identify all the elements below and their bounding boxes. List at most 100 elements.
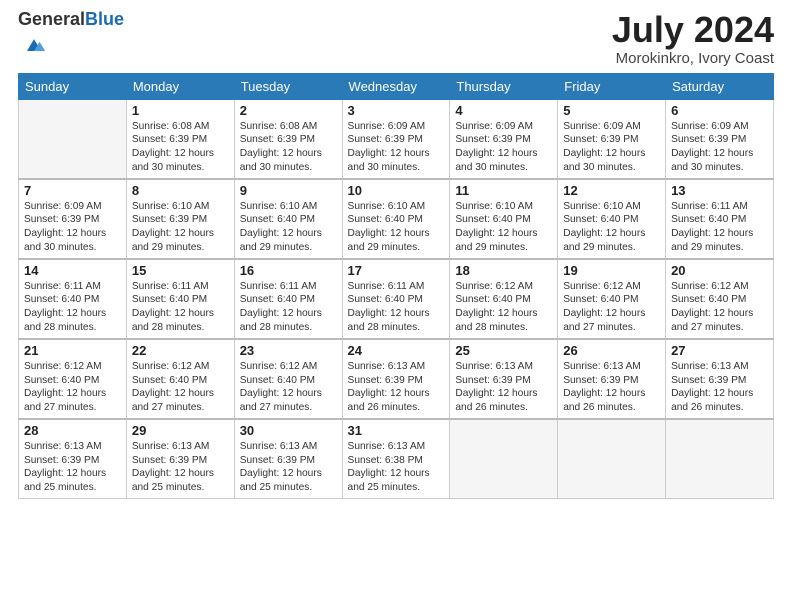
day-info: Sunrise: 6:09 AMSunset: 6:39 PMDaylight:… [24, 200, 121, 255]
day-number: 1 [132, 103, 229, 118]
calendar-cell-w1d3: 2 Sunrise: 6:08 AMSunset: 6:39 PMDaylight… [234, 99, 342, 179]
week-row-5: 28 Sunrise: 6:13 AMSunset: 6:39 PMDayligh… [19, 419, 774, 499]
calendar-cell-w4d6: 26 Sunrise: 6:13 AMSunset: 6:39 PMDayligh… [558, 339, 666, 419]
calendar-cell-w4d4: 24Sunrise: 6:13 AMSunset: 6:39 PMDayligh… [342, 339, 450, 419]
week-row-1: 1 Sunrise: 6:08 AMSunset: 6:39 PMDaylight… [19, 99, 774, 179]
day-number: 15 [132, 263, 229, 278]
day-info: Sunrise: 6:09 AMSunset: 6:39 PMDaylight:… [671, 120, 768, 175]
week-row-2: 7 Sunrise: 6:09 AMSunset: 6:39 PMDaylight… [19, 179, 774, 259]
month-year-title: July 2024 [612, 10, 774, 50]
calendar-cell-w5d5 [450, 419, 558, 499]
day-info: Sunrise: 6:13 AMSunset: 6:39 PMDaylight:… [563, 360, 660, 415]
day-info: Sunrise: 6:12 AMSunset: 6:40 PMDaylight:… [240, 360, 337, 415]
day-number: 10 [348, 183, 445, 198]
day-number: 25 [455, 343, 552, 358]
calendar-cell-w2d3: 9 Sunrise: 6:10 AMSunset: 6:40 PMDaylight… [234, 179, 342, 259]
col-sunday: Sunday [19, 73, 127, 99]
day-number: 2 [240, 103, 337, 118]
calendar-cell-w4d3: 23 Sunrise: 6:12 AMSunset: 6:40 PMDayligh… [234, 339, 342, 419]
calendar-cell-w4d1: 21 Sunrise: 6:12 AMSunset: 6:40 PMDayligh… [19, 339, 127, 419]
day-number: 16 [240, 263, 337, 278]
col-saturday: Saturday [666, 73, 774, 99]
day-number: 18 [455, 263, 552, 278]
calendar-cell-w3d6: 19 Sunrise: 6:12 AMSunset: 6:40 PMDayligh… [558, 259, 666, 339]
day-info: Sunrise: 6:13 AMSunset: 6:39 PMDaylight:… [671, 360, 768, 415]
day-info: Sunrise: 6:13 AMSunset: 6:39 PMDaylight:… [132, 440, 229, 495]
day-info: Sunrise: 6:12 AMSunset: 6:40 PMDaylight:… [563, 280, 660, 335]
day-number: 30 [240, 423, 337, 438]
day-number: 4 [455, 103, 552, 118]
logo-blue: Blue [85, 9, 124, 29]
day-number: 9 [240, 183, 337, 198]
logo-icon [20, 30, 48, 58]
day-info: Sunrise: 6:13 AMSunset: 6:39 PMDaylight:… [240, 440, 337, 495]
day-info: Sunrise: 6:10 AMSunset: 6:40 PMDaylight:… [563, 200, 660, 255]
day-number: 6 [671, 103, 768, 118]
day-number: 14 [24, 263, 121, 278]
day-info: Sunrise: 6:11 AMSunset: 6:40 PMDaylight:… [671, 200, 768, 255]
day-info: Sunrise: 6:10 AMSunset: 6:40 PMDaylight:… [455, 200, 552, 255]
calendar-cell-w2d5: 11 Sunrise: 6:10 AMSunset: 6:40 PMDayligh… [450, 179, 558, 259]
calendar-cell-w2d7: 13 Sunrise: 6:11 AMSunset: 6:40 PMDayligh… [666, 179, 774, 259]
day-info: Sunrise: 6:13 AMSunset: 6:39 PMDaylight:… [24, 440, 121, 495]
calendar-cell-w3d2: 15Sunrise: 6:11 AMSunset: 6:40 PMDayligh… [126, 259, 234, 339]
page: GeneralBlue July 2024 Morokinkro, Ivory … [0, 0, 792, 612]
calendar-cell-w2d2: 8 Sunrise: 6:10 AMSunset: 6:39 PMDaylight… [126, 179, 234, 259]
week-row-3: 14 Sunrise: 6:11 AMSunset: 6:40 PMDayligh… [19, 259, 774, 339]
col-monday: Monday [126, 73, 234, 99]
day-info: Sunrise: 6:13 AMSunset: 6:38 PMDaylight:… [348, 440, 445, 495]
day-number: 26 [563, 343, 660, 358]
day-info: Sunrise: 6:11 AMSunset: 6:40 PMDaylight:… [24, 280, 121, 335]
calendar-cell-w5d6 [558, 419, 666, 499]
calendar-cell-w4d5: 25 Sunrise: 6:13 AMSunset: 6:39 PMDayligh… [450, 339, 558, 419]
calendar-cell-w1d7: 6 Sunrise: 6:09 AMSunset: 6:39 PMDaylight… [666, 99, 774, 179]
week-row-4: 21 Sunrise: 6:12 AMSunset: 6:40 PMDayligh… [19, 339, 774, 419]
title-block: July 2024 Morokinkro, Ivory Coast [612, 10, 774, 67]
calendar-cell-w1d2: 1Sunrise: 6:08 AMSunset: 6:39 PMDaylight… [126, 99, 234, 179]
day-number: 28 [24, 423, 121, 438]
day-number: 5 [563, 103, 660, 118]
calendar-cell-w5d4: 31Sunrise: 6:13 AMSunset: 6:38 PMDayligh… [342, 419, 450, 499]
day-info: Sunrise: 6:08 AMSunset: 6:39 PMDaylight:… [240, 120, 337, 175]
calendar-cell-w3d1: 14 Sunrise: 6:11 AMSunset: 6:40 PMDayligh… [19, 259, 127, 339]
day-number: 29 [132, 423, 229, 438]
day-info: Sunrise: 6:09 AMSunset: 6:39 PMDaylight:… [455, 120, 552, 175]
col-tuesday: Tuesday [234, 73, 342, 99]
calendar-cell-w4d2: 22Sunrise: 6:12 AMSunset: 6:40 PMDayligh… [126, 339, 234, 419]
day-number: 23 [240, 343, 337, 358]
day-number: 11 [455, 183, 552, 198]
calendar-cell-w3d5: 18 Sunrise: 6:12 AMSunset: 6:40 PMDayligh… [450, 259, 558, 339]
day-number: 8 [132, 183, 229, 198]
day-info: Sunrise: 6:12 AMSunset: 6:40 PMDaylight:… [455, 280, 552, 335]
day-info: Sunrise: 6:12 AMSunset: 6:40 PMDaylight:… [24, 360, 121, 415]
day-info: Sunrise: 6:10 AMSunset: 6:39 PMDaylight:… [132, 200, 229, 255]
calendar-cell-w4d7: 27 Sunrise: 6:13 AMSunset: 6:39 PMDayligh… [666, 339, 774, 419]
day-info: Sunrise: 6:10 AMSunset: 6:40 PMDaylight:… [348, 200, 445, 255]
calendar-cell-w1d6: 5Sunrise: 6:09 AMSunset: 6:39 PMDaylight… [558, 99, 666, 179]
day-number: 7 [24, 183, 121, 198]
calendar-cell-w5d2: 29 Sunrise: 6:13 AMSunset: 6:39 PMDayligh… [126, 419, 234, 499]
day-info: Sunrise: 6:13 AMSunset: 6:39 PMDaylight:… [348, 360, 445, 415]
calendar-table: Sunday Monday Tuesday Wednesday Thursday… [18, 73, 774, 499]
day-number: 3 [348, 103, 445, 118]
day-info: Sunrise: 6:13 AMSunset: 6:39 PMDaylight:… [455, 360, 552, 415]
calendar-cell-w3d4: 17Sunrise: 6:11 AMSunset: 6:40 PMDayligh… [342, 259, 450, 339]
day-number: 27 [671, 343, 768, 358]
day-number: 21 [24, 343, 121, 358]
day-info: Sunrise: 6:10 AMSunset: 6:40 PMDaylight:… [240, 200, 337, 255]
day-number: 20 [671, 263, 768, 278]
logo-general: General [18, 9, 85, 29]
day-number: 19 [563, 263, 660, 278]
day-info: Sunrise: 6:12 AMSunset: 6:40 PMDaylight:… [132, 360, 229, 415]
day-info: Sunrise: 6:11 AMSunset: 6:40 PMDaylight:… [240, 280, 337, 335]
calendar-cell-w3d7: 20Sunrise: 6:12 AMSunset: 6:40 PMDayligh… [666, 259, 774, 339]
calendar-cell-w1d1 [19, 99, 127, 179]
header: GeneralBlue July 2024 Morokinkro, Ivory … [18, 10, 774, 67]
day-info: Sunrise: 6:09 AMSunset: 6:39 PMDaylight:… [348, 120, 445, 175]
day-number: 13 [671, 183, 768, 198]
calendar-cell-w1d5: 4 Sunrise: 6:09 AMSunset: 6:39 PMDaylight… [450, 99, 558, 179]
col-thursday: Thursday [450, 73, 558, 99]
day-info: Sunrise: 6:11 AMSunset: 6:40 PMDaylight:… [348, 280, 445, 335]
calendar-cell-w1d4: 3 Sunrise: 6:09 AMSunset: 6:39 PMDaylight… [342, 99, 450, 179]
calendar-cell-w2d4: 10 Sunrise: 6:10 AMSunset: 6:40 PMDayligh… [342, 179, 450, 259]
